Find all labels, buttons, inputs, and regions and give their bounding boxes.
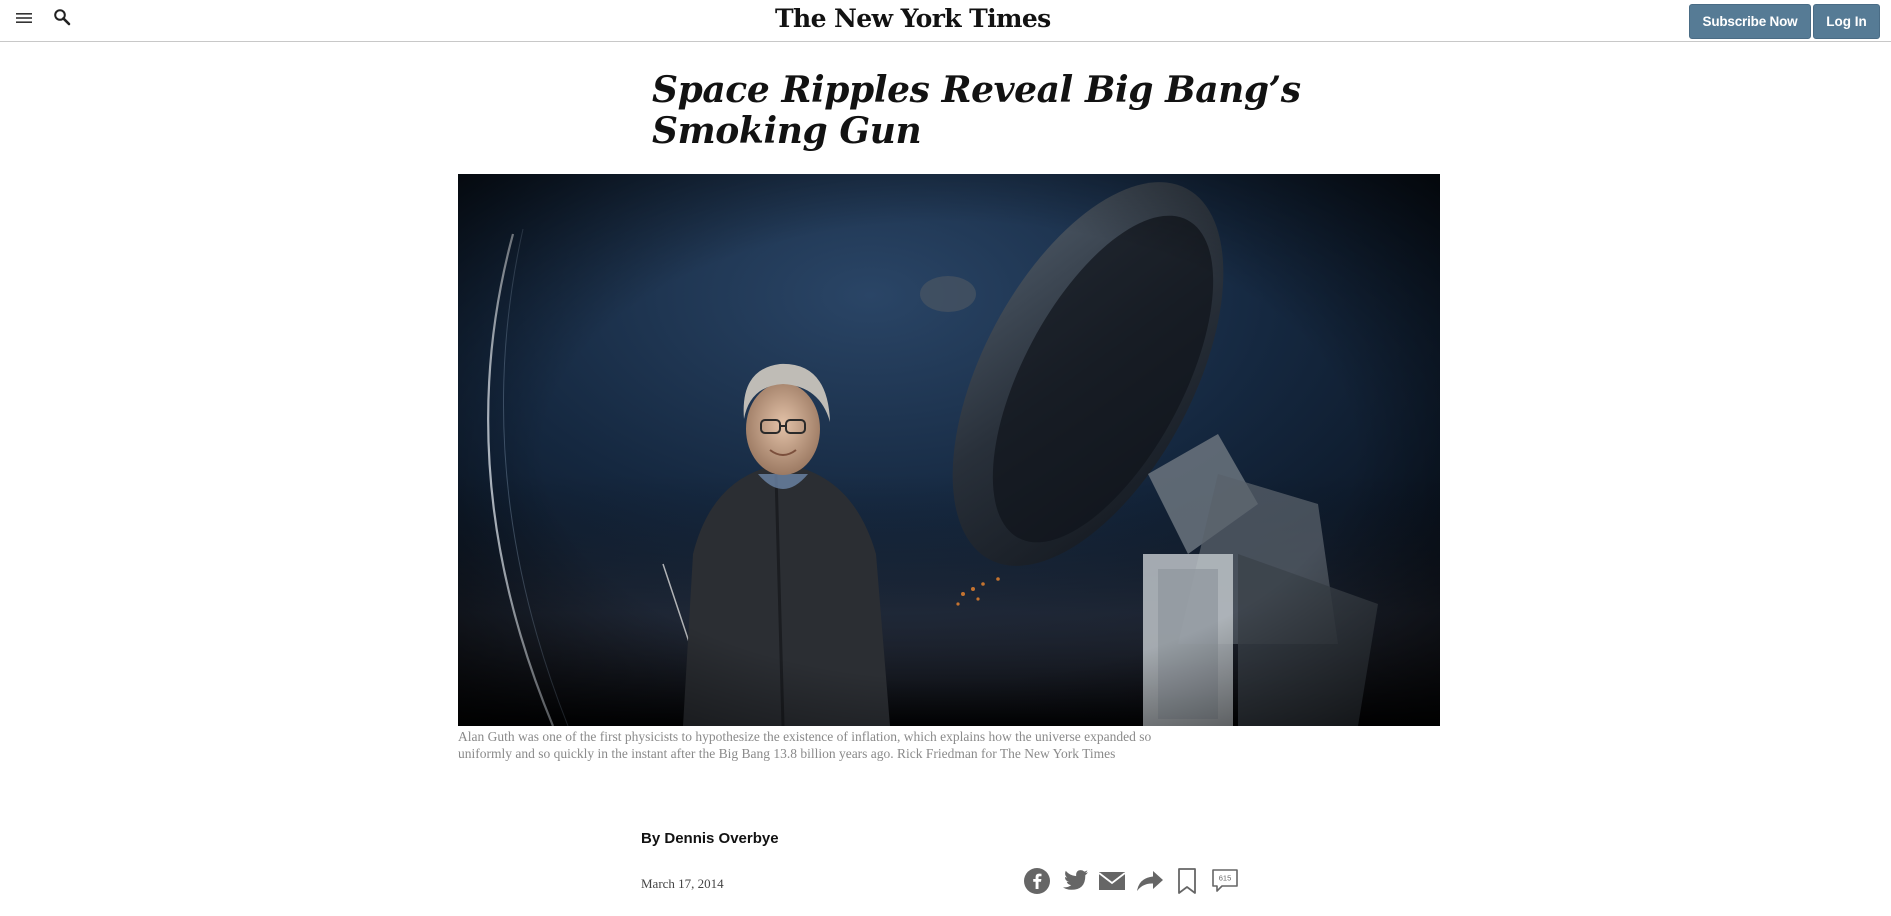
author-link[interactable]: Dennis Overbye xyxy=(664,830,778,847)
publish-date: March 17, 2014 xyxy=(641,876,724,891)
search-button[interactable] xyxy=(51,8,73,30)
share-icon xyxy=(1136,869,1164,898)
comments-button[interactable]: 615 xyxy=(1210,868,1240,898)
share-toolbar: 615 xyxy=(1022,867,1247,900)
hamburger-menu-icon xyxy=(16,11,32,29)
facebook-icon xyxy=(1023,867,1051,900)
twitter-share-button[interactable] xyxy=(1060,868,1090,898)
headline-line-2: Smoking Gun xyxy=(652,110,922,152)
byline: By Dennis Overbye xyxy=(641,830,779,847)
search-icon xyxy=(53,8,71,31)
menu-button[interactable] xyxy=(13,10,35,30)
subscribe-now-button[interactable]: Subscribe Now xyxy=(1689,4,1811,39)
email-icon xyxy=(1098,871,1126,896)
log-in-button[interactable]: Log In xyxy=(1813,4,1880,39)
more-share-button[interactable] xyxy=(1135,868,1165,898)
site-header: The New York Times Subscribe Now Log In xyxy=(0,0,1891,42)
photo-caption: Alan Guth was one of the first physicist… xyxy=(458,729,1152,761)
byline-prefix: By xyxy=(641,830,661,847)
comment-count: 615 xyxy=(1218,873,1231,882)
lead-photo xyxy=(458,174,1440,726)
article-headline: Space Ripples Reveal Big Bang’s Smoking … xyxy=(652,70,1372,152)
email-share-button[interactable] xyxy=(1097,868,1127,898)
twitter-icon xyxy=(1061,869,1089,898)
bookmark-icon xyxy=(1176,867,1198,900)
facebook-share-button[interactable] xyxy=(1022,867,1052,900)
comment-icon: 615 xyxy=(1210,867,1240,900)
nyt-logo[interactable]: The New York Times xyxy=(775,1,1051,37)
save-article-button[interactable] xyxy=(1172,867,1202,900)
headline-line-1: Space Ripples Reveal Big Bang’s xyxy=(652,69,1301,111)
